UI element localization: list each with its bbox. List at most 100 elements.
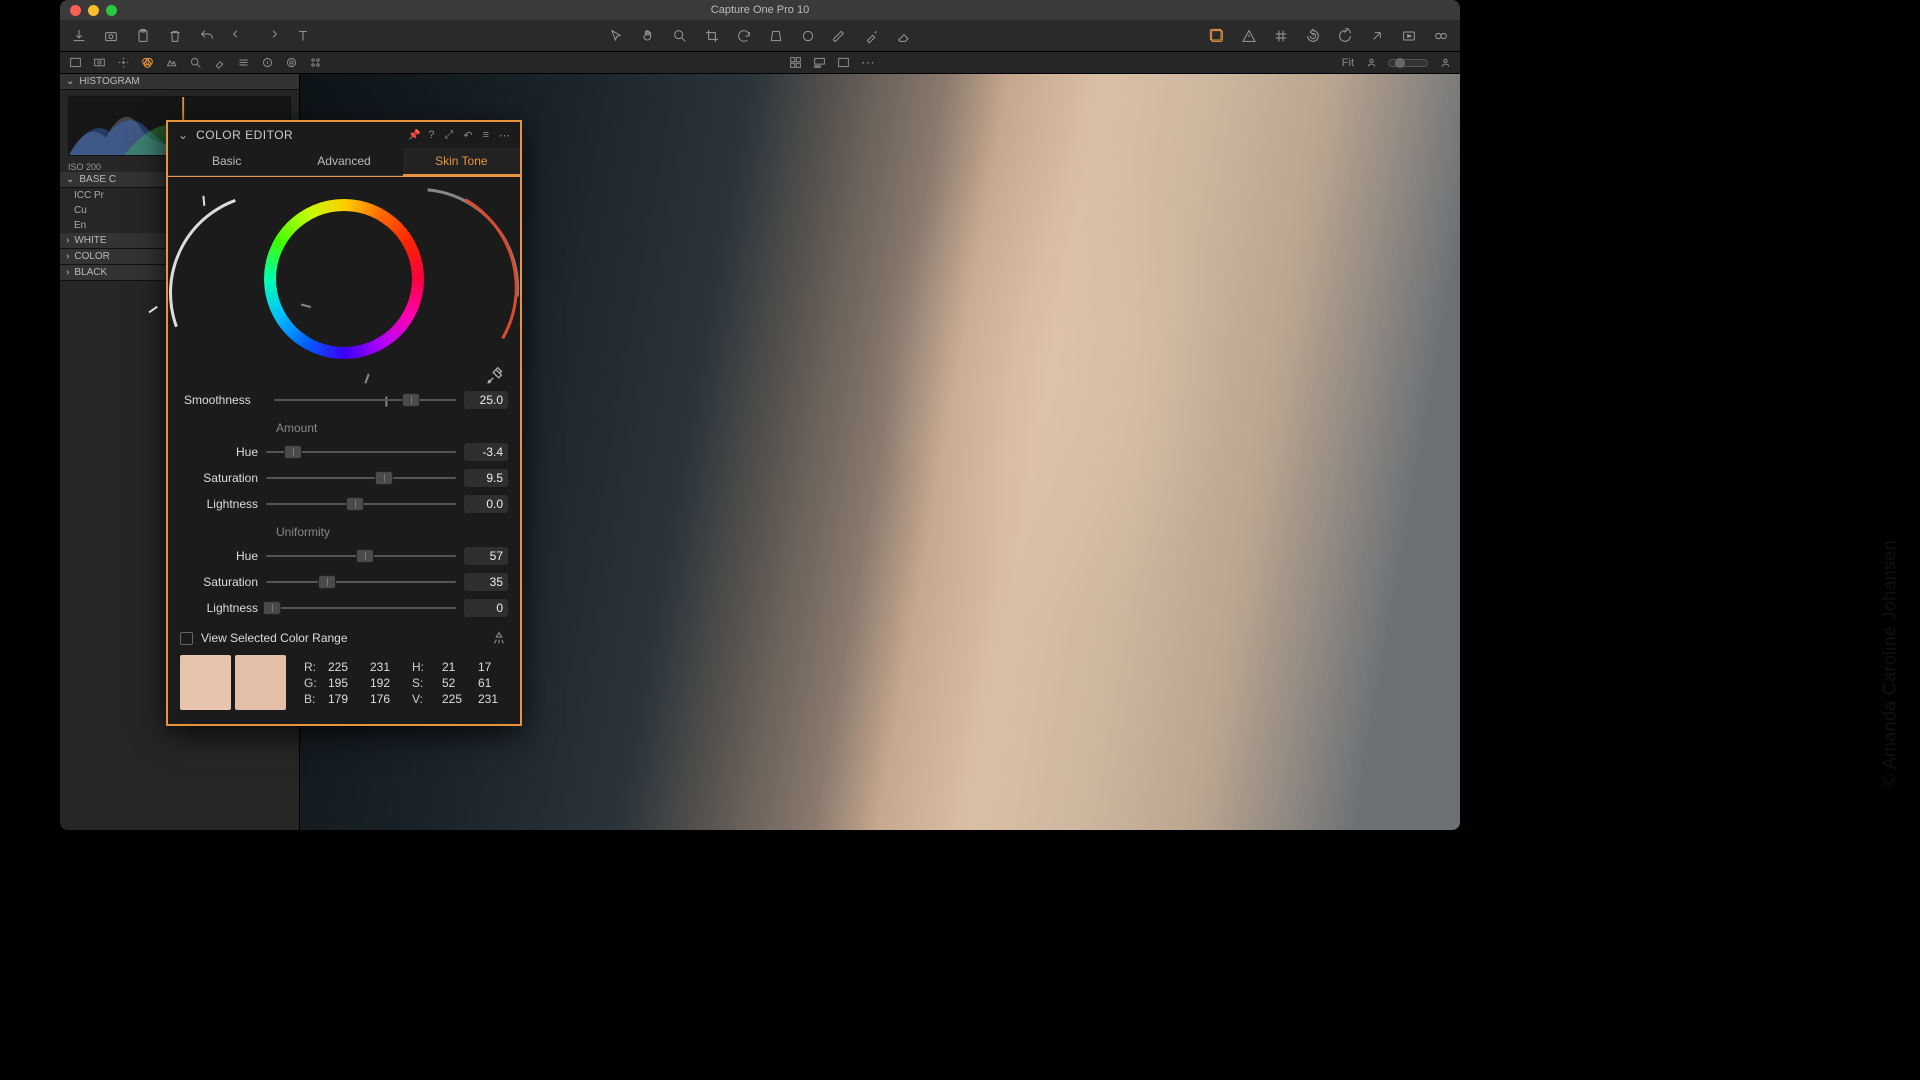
panel-header[interactable]: ⌄ COLOR EDITOR 📌 ? ⤢ ↶ ≡ ⋯ — [168, 122, 520, 148]
smoothness-row: Smoothness 25.0 — [180, 391, 508, 409]
uniformity-group-label: Uniformity — [180, 525, 508, 539]
color-wheel-area — [180, 193, 508, 383]
undo-icon[interactable] — [198, 27, 216, 45]
reset-icon[interactable] — [230, 27, 248, 45]
keystone-tool-icon[interactable] — [767, 27, 785, 45]
main-toolbar — [60, 20, 1460, 52]
amount-hue-slider[interactable] — [266, 451, 456, 453]
uni-sat-value[interactable]: 35 — [464, 573, 508, 591]
amount-lig-thumb[interactable] — [346, 497, 364, 511]
collapse-icon[interactable]: ⌄ — [178, 128, 188, 142]
local-tab-icon[interactable] — [212, 56, 226, 70]
library-tab-icon[interactable] — [68, 56, 82, 70]
grid-icon[interactable] — [1272, 27, 1290, 45]
panel-title: COLOR EDITOR — [196, 128, 400, 142]
batch-tab-icon[interactable] — [308, 56, 322, 70]
uni-hue-value[interactable]: 57 — [464, 547, 508, 565]
photo-credit: © Amanda Caroline Johansen — [1880, 540, 1901, 787]
amount-hue-value[interactable]: -3.4 — [464, 443, 508, 461]
crop-tool-icon[interactable] — [703, 27, 721, 45]
app-window: Capture One Pro 10 — [60, 0, 1460, 830]
spot-tool-icon[interactable] — [799, 27, 817, 45]
amount-lig-slider[interactable] — [266, 503, 456, 505]
warning-icon[interactable] — [1240, 27, 1258, 45]
hand-tool-icon[interactable] — [639, 27, 657, 45]
tab-basic[interactable]: Basic — [168, 148, 285, 176]
amount-hue-thumb[interactable] — [284, 445, 302, 459]
smoothness-slider[interactable] — [274, 399, 456, 401]
view-mode-single-icon[interactable] — [837, 56, 851, 70]
uni-lig-thumb[interactable] — [263, 601, 281, 615]
clipboard-icon[interactable] — [134, 27, 152, 45]
app-title: Capture One Pro 10 — [60, 4, 1460, 16]
amount-sat-label: Saturation — [180, 471, 258, 485]
view-range-label: View Selected Color Range — [201, 631, 348, 645]
help-icon[interactable]: ? — [428, 129, 434, 142]
view-range-checkbox[interactable] — [180, 632, 193, 645]
zoom-slider[interactable] — [1388, 59, 1428, 67]
pick-skin-tone-icon[interactable] — [484, 365, 506, 387]
uni-lig-label: Lightness — [180, 601, 258, 615]
panel-more-icon[interactable]: ⋯ — [499, 129, 510, 142]
hue-arc[interactable] — [278, 147, 560, 429]
view-mode-grid-icon[interactable] — [789, 56, 803, 70]
uni-sat-slider[interactable] — [266, 581, 456, 583]
smoothness-thumb[interactable] — [402, 393, 420, 407]
color-tab-icon[interactable] — [140, 56, 154, 70]
browser-view-icon[interactable] — [1208, 27, 1226, 45]
text-tool-icon[interactable] — [294, 27, 312, 45]
amount-sat-thumb[interactable] — [375, 471, 393, 485]
cursor-tool-icon[interactable] — [607, 27, 625, 45]
output-tab-icon[interactable] — [284, 56, 298, 70]
uni-lig-value[interactable]: 0 — [464, 599, 508, 617]
uni-lig-slider[interactable] — [266, 607, 456, 609]
brush-tool-icon[interactable] — [831, 27, 849, 45]
spread-icon[interactable] — [490, 629, 508, 647]
histogram-header[interactable]: ⌄HISTOGRAM — [60, 74, 299, 90]
slideshow-icon[interactable] — [1400, 27, 1418, 45]
smoothness-value[interactable]: 25.0 — [464, 391, 508, 409]
exposure-tab-icon[interactable] — [164, 56, 178, 70]
more-dots-icon[interactable]: ⋯ — [861, 54, 875, 71]
export-icon[interactable] — [1368, 27, 1386, 45]
import-icon[interactable] — [70, 27, 88, 45]
amount-lig-value[interactable]: 0.0 — [464, 495, 508, 513]
details-tab-icon[interactable] — [188, 56, 202, 70]
capture-icon[interactable] — [102, 27, 120, 45]
user-icon[interactable] — [1438, 56, 1452, 70]
uni-sat-label: Saturation — [180, 575, 258, 589]
adjustments-tab-icon[interactable] — [236, 56, 250, 70]
titlebar: Capture One Pro 10 — [60, 0, 1460, 20]
eraser-tool-icon[interactable] — [895, 27, 913, 45]
panel-tabs: Basic Advanced Skin Tone — [168, 148, 520, 176]
proof-profile-icon[interactable] — [1364, 56, 1378, 70]
fit-zoom-label[interactable]: Fit — [1342, 57, 1354, 69]
uni-hue-thumb[interactable] — [356, 549, 374, 563]
view-mode-filmstrip-icon[interactable] — [813, 56, 827, 70]
tab-skin-tone[interactable]: Skin Tone — [403, 148, 520, 176]
loupe-icon[interactable] — [1432, 27, 1450, 45]
uni-sat-thumb[interactable] — [318, 575, 336, 589]
amount-group-label: Amount — [180, 421, 508, 435]
lens-tab-icon[interactable] — [116, 56, 130, 70]
rotate-left-icon[interactable] — [1304, 27, 1322, 45]
rotate-right-icon[interactable] — [1336, 27, 1354, 45]
zoom-tool-icon[interactable] — [671, 27, 689, 45]
redo-icon[interactable] — [262, 27, 280, 45]
expand-icon[interactable]: ⤢ — [445, 129, 454, 142]
undo-panel-icon[interactable]: ↶ — [463, 129, 472, 142]
preset-menu-icon[interactable]: ≡ — [483, 129, 489, 142]
uni-hue-slider[interactable] — [266, 555, 456, 557]
swatch-b — [235, 655, 286, 710]
mask-brush-icon[interactable] — [863, 27, 881, 45]
trash-icon[interactable] — [166, 27, 184, 45]
metadata-tab-icon[interactable] — [260, 56, 274, 70]
amount-sat-row: Saturation 9.5 — [180, 469, 508, 487]
pin-icon[interactable]: 📌 — [408, 130, 420, 141]
tab-advanced[interactable]: Advanced — [285, 148, 402, 176]
amount-sat-slider[interactable] — [266, 477, 456, 479]
capture-tab-icon[interactable] — [92, 56, 106, 70]
color-readout-grid: R:225231H:2117 G:195192S:5261 B:179176V:… — [290, 655, 508, 710]
rotate-tool-icon[interactable] — [735, 27, 753, 45]
amount-sat-value[interactable]: 9.5 — [464, 469, 508, 487]
